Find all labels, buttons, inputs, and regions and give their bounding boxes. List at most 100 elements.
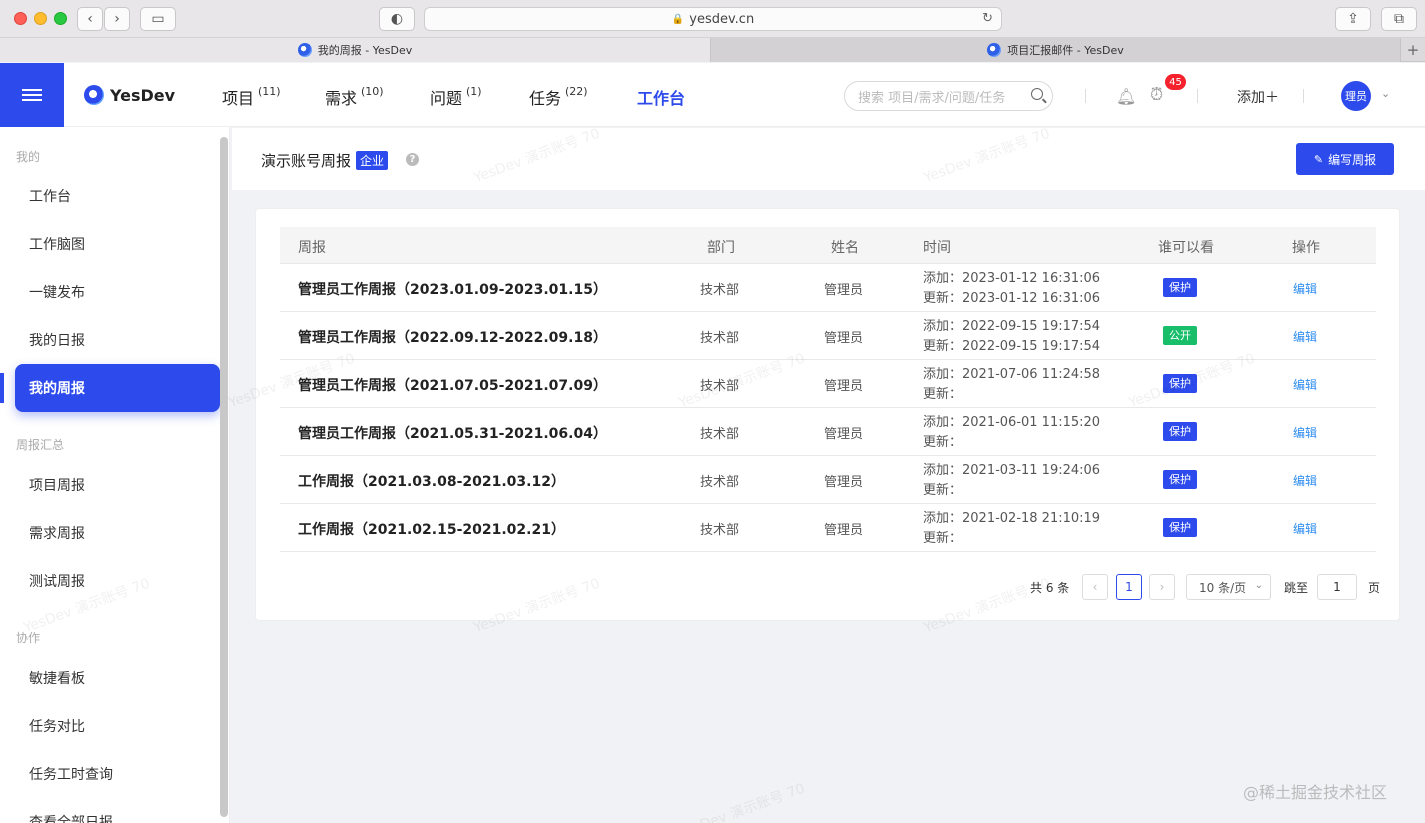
browser-toolbar: ‹ › ▭ ◐ 🔒 yesdev.cn ↻ ⇪ ⧉ xyxy=(0,0,1425,38)
nav-label: 工作台 xyxy=(637,89,686,108)
edit-link[interactable]: 编辑 xyxy=(1293,424,1317,441)
reload-icon[interactable]: ↻ xyxy=(982,11,993,26)
edit-link[interactable]: 编辑 xyxy=(1293,376,1317,393)
nav-issues[interactable]: 问题 (1) xyxy=(430,85,482,109)
sidebar-item-workbench[interactable]: 工作台 xyxy=(15,172,220,220)
nav-count: (11) xyxy=(258,85,281,98)
report-title[interactable]: 管理员工作周报（2022.09.12-2022.09.18） xyxy=(298,327,607,347)
page-size-value: 10 条/页 xyxy=(1199,580,1247,595)
help-icon[interactable]: ? xyxy=(406,153,419,166)
tabs-overview-button[interactable]: ⧉ xyxy=(1381,7,1417,31)
visibility-cell: 公开 xyxy=(1163,326,1197,345)
visibility-badge: 保护 xyxy=(1163,422,1197,441)
report-title[interactable]: 管理员工作周报（2023.01.09-2023.01.15） xyxy=(298,279,607,299)
page-size-select[interactable]: 10 条/页 ⌄ xyxy=(1186,574,1271,600)
app-header: YesDev 项目 (11) 需求 (10) 问题 (1) 任务 (22) 工作台 搜索… xyxy=(0,63,1425,127)
sidebar: 我的 工作台 工作脑图 一键发布 我的日报 我的周报 周报汇总 项目周报 需求周… xyxy=(0,127,230,823)
zoom-window-button[interactable] xyxy=(54,12,67,25)
menu-toggle-button[interactable] xyxy=(0,63,64,127)
edit-link[interactable]: 编辑 xyxy=(1293,328,1317,345)
col-name: 姓名 xyxy=(831,240,859,256)
user-avatar[interactable]: 理员 xyxy=(1341,81,1371,111)
report-time: 添加：2021-06-01 11:15:20 更新： xyxy=(923,413,1100,453)
sidebar-toggle-button[interactable]: ▭ xyxy=(140,7,176,31)
nav-label: 需求 xyxy=(325,89,358,108)
table-row: 管理员工作周报（2021.05.31-2021.06.04） 技术部 管理员 添… xyxy=(280,408,1376,456)
table-row: 管理员工作周报（2023.01.09-2023.01.15） 技术部 管理员 添… xyxy=(280,264,1376,312)
nav-workbench[interactable]: 工作台 xyxy=(637,85,685,109)
sidebar-item-task-hours[interactable]: 任务工时查询 xyxy=(15,750,220,798)
sidebar-group-mine: 我的 xyxy=(16,150,41,164)
sidebar-item-all-daily[interactable]: 查看全部日报 xyxy=(15,798,220,823)
added-time: 添加：2021-03-11 19:24:06 xyxy=(923,463,1101,478)
share-button[interactable]: ⇪ xyxy=(1335,7,1371,31)
added-time: 添加：2021-06-01 11:15:20 xyxy=(923,415,1101,430)
nav-projects[interactable]: 项目 (11) xyxy=(222,85,281,109)
nav-requirements[interactable]: 需求 (10) xyxy=(325,85,384,109)
sidebar-item-daily[interactable]: 我的日报 xyxy=(15,316,220,364)
global-search-input[interactable]: 搜索 项目/需求/问题/任务 xyxy=(844,81,1053,111)
sidebar-item-project-weekly[interactable]: 项目周报 xyxy=(15,461,220,509)
col-title: 周报 xyxy=(298,240,326,256)
sidebar-item-task-compare[interactable]: 任务对比 xyxy=(15,702,220,750)
report-title[interactable]: 工作周报（2021.02.15-2021.02.21） xyxy=(298,519,565,539)
report-time: 添加：2022-09-15 19:17:54 更新：2022-09-15 19:1… xyxy=(923,317,1100,357)
watermark: YesDev 演示账号 70 xyxy=(676,780,808,823)
visibility-cell: 保护 xyxy=(1163,470,1197,489)
chevron-down-icon[interactable]: ⌄ xyxy=(1381,87,1390,100)
tab-title: 项目汇报邮件 - YesDev xyxy=(1007,44,1124,57)
forward-button[interactable]: › xyxy=(104,7,130,31)
active-item-marker xyxy=(0,373,4,403)
report-title[interactable]: 工作周报（2021.03.08-2021.03.12） xyxy=(298,471,565,491)
address-bar[interactable]: 🔒 yesdev.cn ↻ xyxy=(424,7,1002,31)
col-visibility: 谁可以看 xyxy=(1158,240,1214,256)
write-weekly-button[interactable]: ✎ 编写周报 xyxy=(1296,143,1394,175)
report-author: 管理员 xyxy=(824,283,864,298)
next-page-button[interactable]: › xyxy=(1149,574,1175,600)
nav-tasks[interactable]: 任务 (22) xyxy=(529,85,588,109)
updated-time: 更新：2022-09-15 19:17:54 xyxy=(923,339,1101,354)
report-dept: 技术部 xyxy=(700,475,740,490)
close-window-button[interactable] xyxy=(14,12,27,25)
edit-link[interactable]: 编辑 xyxy=(1293,280,1317,297)
sidebar-group-summary: 周报汇总 xyxy=(16,438,65,452)
report-author: 管理员 xyxy=(824,475,864,490)
sidebar-item-test-weekly[interactable]: 测试周报 xyxy=(15,557,220,605)
report-title[interactable]: 管理员工作周报（2021.05.31-2021.06.04） xyxy=(298,423,607,443)
report-author: 管理员 xyxy=(824,523,864,538)
search-icon[interactable] xyxy=(1031,88,1043,100)
new-tab-button[interactable]: + xyxy=(1401,38,1425,61)
report-dept: 技术部 xyxy=(700,379,740,394)
bell-icon[interactable]: 🔔︎ xyxy=(1116,87,1136,106)
prev-page-button[interactable]: ‹ xyxy=(1082,574,1108,600)
sidebar-item-kanban[interactable]: 敏捷看板 xyxy=(15,654,220,702)
app-logo[interactable]: YesDev xyxy=(84,85,175,105)
table-row: 工作周报（2021.03.08-2021.03.12） 技术部 管理员 添加：2… xyxy=(280,456,1376,504)
back-button[interactable]: ‹ xyxy=(77,7,103,31)
chevron-left-icon: ‹ xyxy=(87,11,93,27)
sidebar-item-requirement-weekly[interactable]: 需求周报 xyxy=(15,509,220,557)
sidebar-item-mindmap[interactable]: 工作脑图 xyxy=(15,220,220,268)
updated-time: 更新： xyxy=(923,387,963,402)
sidebar-item-weekly[interactable]: 我的周报 xyxy=(15,364,220,412)
alarm-clock-icon[interactable]: ⏰︎ xyxy=(1150,85,1163,105)
add-button[interactable]: 添加＋ xyxy=(1237,87,1279,107)
jump-page-input[interactable]: 1 xyxy=(1317,574,1357,600)
report-title[interactable]: 管理员工作周报（2021.07.05-2021.07.09） xyxy=(298,375,607,395)
sidebar-item-publish[interactable]: 一键发布 xyxy=(15,268,220,316)
privacy-shield-button[interactable]: ◐ xyxy=(379,7,415,31)
table-row: 管理员工作周报（2022.09.12-2022.09.18） 技术部 管理员 添… xyxy=(280,312,1376,360)
browser-tab-report-mail[interactable]: 项目汇报邮件 - YesDev xyxy=(711,38,1401,62)
minimize-window-button[interactable] xyxy=(34,12,47,25)
weekly-report-card: 周报 部门 姓名 时间 谁可以看 操作 管理员工作周报（2023.01.09-2… xyxy=(255,208,1400,621)
edit-link[interactable]: 编辑 xyxy=(1293,520,1317,537)
page-1-button[interactable]: 1 xyxy=(1116,574,1142,600)
browser-tab-weekly[interactable]: 我的周报 - YesDev xyxy=(0,38,711,62)
visibility-badge: 保护 xyxy=(1163,518,1197,537)
search-placeholder: 搜索 项目/需求/问题/任务 xyxy=(858,90,1006,106)
browser-tab-bar: 我的周报 - YesDev 项目汇报邮件 - YesDev + xyxy=(0,38,1425,62)
tabs-icon: ⧉ xyxy=(1394,11,1404,27)
edit-link[interactable]: 编辑 xyxy=(1293,472,1317,489)
sidebar-scrollbar[interactable] xyxy=(220,137,228,817)
alarm-count-badge: 45 xyxy=(1165,74,1186,90)
